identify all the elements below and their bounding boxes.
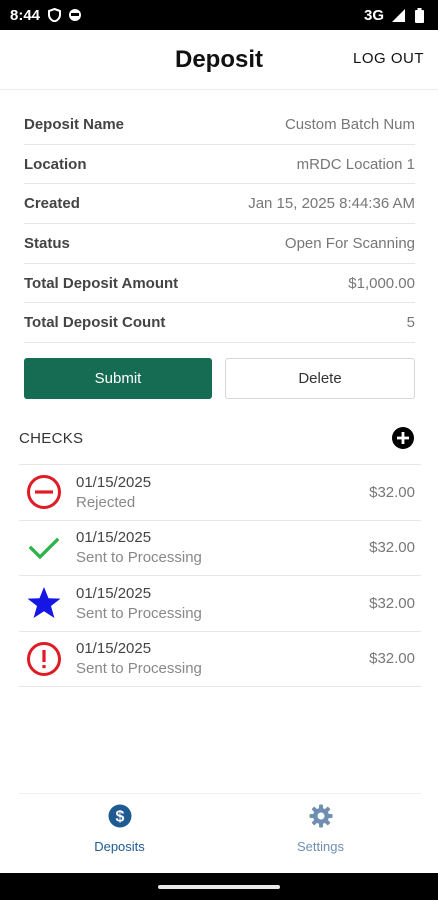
- check-item[interactable]: 01/15/2025 Rejected $32.00: [19, 465, 421, 521]
- detail-value: 5: [406, 314, 415, 332]
- check-item[interactable]: 01/15/2025 Sent to Processing $32.00: [19, 632, 421, 687]
- checkmark-icon: [19, 530, 69, 566]
- check-status: Sent to Processing: [76, 549, 202, 567]
- nav-deposits-label: Deposits: [94, 838, 145, 854]
- detail-label: Total Deposit Count: [24, 314, 166, 332]
- nav-deposits[interactable]: $ Deposits: [19, 794, 220, 863]
- detail-row-location: Location mRDC Location 1: [24, 145, 415, 185]
- detail-row-total-amount: Total Deposit Amount $1,000.00: [24, 264, 415, 304]
- check-status: Sent to Processing: [76, 660, 202, 678]
- app-header: Deposit LOG OUT: [0, 30, 438, 90]
- detail-label: Deposit Name: [24, 115, 125, 133]
- detail-value: Open For Scanning: [284, 234, 415, 252]
- detail-value: Jan 15, 2025 8:44:36 AM: [248, 195, 415, 213]
- checks-header: CHECKS: [19, 424, 415, 452]
- star-icon: [19, 585, 69, 621]
- check-date: 01/15/2025: [76, 529, 152, 547]
- shield-icon: [47, 8, 61, 22]
- checks-title: CHECKS: [19, 429, 84, 447]
- exclamation-circle-icon: [19, 641, 69, 677]
- check-date: 01/15/2025: [76, 640, 152, 658]
- page-title: Deposit: [174, 45, 263, 73]
- check-date: 01/15/2025: [76, 473, 152, 491]
- status-time: 8:44: [10, 6, 41, 24]
- check-text: 01/15/2025 Rejected: [76, 474, 151, 511]
- check-amount: $32.00: [369, 594, 415, 612]
- check-amount: $32.00: [369, 650, 415, 668]
- gesture-bar: [0, 873, 438, 900]
- minus-circle-icon: [19, 474, 69, 510]
- nav-settings[interactable]: Settings: [220, 794, 421, 863]
- detail-value: mRDC Location 1: [296, 155, 415, 173]
- detail-row-status: Status Open For Scanning: [24, 224, 415, 264]
- deposit-details: Deposit Name Custom Batch Num Location m…: [24, 105, 415, 344]
- signal-icon: [391, 8, 405, 22]
- gear-icon: [309, 804, 333, 833]
- submit-button[interactable]: Submit: [24, 358, 212, 399]
- battery-icon: [412, 7, 426, 23]
- detail-value: Custom Batch Num: [284, 115, 415, 133]
- check-amount: $32.00: [369, 483, 415, 501]
- delete-button[interactable]: Delete: [225, 358, 415, 399]
- face-icon: [68, 8, 82, 22]
- check-text: 01/15/2025 Sent to Processing: [76, 585, 202, 622]
- check-text: 01/15/2025 Sent to Processing: [76, 640, 202, 677]
- status-right: 3G: [364, 7, 426, 24]
- check-status: Sent to Processing: [76, 604, 202, 622]
- check-status: Rejected: [76, 493, 136, 511]
- check-item[interactable]: 01/15/2025 Sent to Processing $32.00: [19, 576, 421, 632]
- checks-list: 01/15/2025 Rejected $32.00 01/15/2025 Se…: [19, 464, 421, 687]
- nav-settings-label: Settings: [297, 838, 344, 854]
- detail-value: $1,000.00: [348, 274, 415, 292]
- detail-label: Status: [24, 234, 70, 252]
- check-amount: $32.00: [369, 539, 415, 557]
- dollar-circle-icon: $: [108, 804, 132, 833]
- detail-row-created: Created Jan 15, 2025 8:44:36 AM: [24, 184, 415, 225]
- deposit-actions: Submit Delete: [24, 358, 415, 399]
- status-left: 8:44: [10, 7, 82, 24]
- check-text: 01/15/2025 Sent to Processing: [76, 529, 202, 566]
- svg-text:$: $: [115, 808, 124, 825]
- home-gesture-handle[interactable]: [158, 884, 280, 889]
- detail-label: Location: [24, 155, 87, 173]
- add-check-icon[interactable]: [391, 426, 415, 450]
- detail-row-total-count: Total Deposit Count 5: [24, 303, 415, 344]
- logout-button[interactable]: LOG OUT: [353, 50, 424, 67]
- status-bar: 8:44 3G: [0, 0, 438, 30]
- detail-label: Total Deposit Amount: [24, 274, 179, 292]
- detail-row-deposit-name: Deposit Name Custom Batch Num: [24, 105, 415, 145]
- network-label: 3G: [363, 6, 384, 24]
- check-date: 01/15/2025: [76, 584, 152, 602]
- bottom-nav: $ Deposits Settings: [19, 793, 421, 863]
- check-item[interactable]: 01/15/2025 Sent to Processing $32.00: [19, 521, 421, 576]
- detail-label: Created: [24, 195, 80, 213]
